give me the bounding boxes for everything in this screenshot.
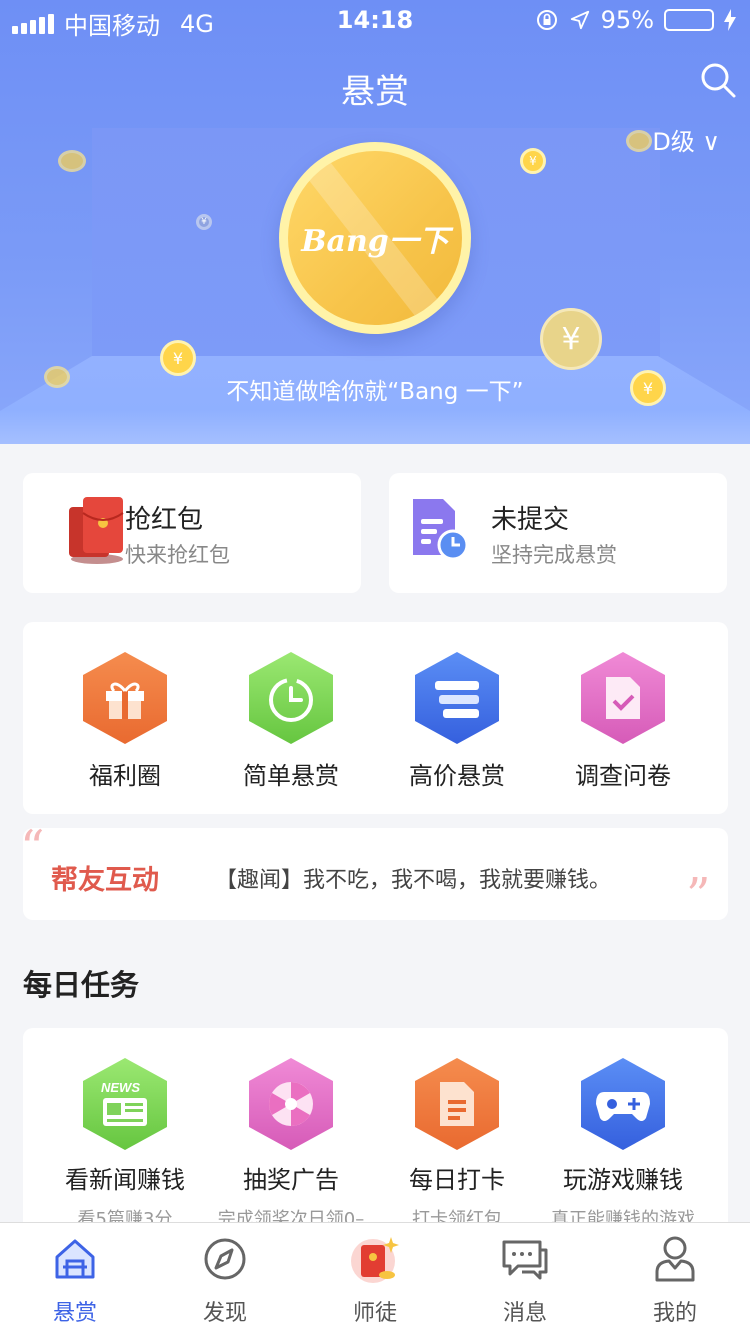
battery-icon bbox=[664, 9, 714, 31]
checkin-icon bbox=[415, 1058, 499, 1150]
card-subtitle: 快来抢红包 bbox=[125, 543, 230, 567]
category-survey[interactable]: 调查问卷 bbox=[535, 652, 711, 791]
category-high-reward[interactable]: 高价悬赏 bbox=[369, 652, 545, 791]
tab-bar: 悬赏 发现 师徒 消息 我的 bbox=[0, 1222, 750, 1334]
bang-coin-button[interactable]: Bang一下 bbox=[279, 142, 471, 334]
category-welfare[interactable]: 福利圈 bbox=[37, 652, 213, 791]
task-label: 每日打卡 bbox=[409, 1166, 505, 1194]
tab-profile[interactable]: 我的 bbox=[600, 1233, 750, 1327]
coin-icon: ¥ bbox=[520, 148, 546, 174]
news-brand: 帮友互动 bbox=[51, 865, 159, 896]
task-play-games[interactable]: 玩游戏赚钱 真正能赚钱的游戏 bbox=[535, 1058, 711, 1228]
category-label: 福利圈 bbox=[89, 762, 161, 790]
tab-label: 发现 bbox=[202, 1301, 247, 1326]
message-icon bbox=[499, 1233, 551, 1285]
home-icon bbox=[49, 1233, 101, 1285]
tab-discover[interactable]: 发现 bbox=[150, 1233, 300, 1327]
card-title: 未提交 bbox=[491, 505, 570, 535]
card-subtitle: 坚持完成悬赏 bbox=[491, 543, 617, 567]
category-label: 简单悬赏 bbox=[243, 762, 339, 790]
battery-percent: 95% bbox=[600, 6, 654, 34]
red-packet-icon bbox=[349, 1233, 401, 1285]
layers-icon bbox=[415, 652, 499, 744]
level-selector[interactable]: D级 ∨ bbox=[652, 122, 720, 157]
category-label: 调查问卷 bbox=[575, 762, 671, 790]
task-daily-checkin[interactable]: 每日打卡 打卡领红包 bbox=[369, 1058, 545, 1228]
card-title: 抢红包 bbox=[125, 505, 204, 535]
gift-icon bbox=[83, 652, 167, 744]
news-text: 【趣闻】我不吃，我不喝，我就要赚钱。 bbox=[215, 868, 612, 893]
red-envelope-icon bbox=[69, 497, 124, 564]
document-clock-icon bbox=[413, 499, 469, 561]
category-label: 高价悬赏 bbox=[409, 762, 505, 790]
grab-red-envelope-card[interactable]: 抢红包 快来抢红包 bbox=[23, 473, 361, 593]
coin-icon: ¥ bbox=[160, 340, 196, 376]
tab-mentor[interactable]: 师徒 bbox=[300, 1233, 450, 1327]
coin-icon bbox=[626, 130, 652, 152]
survey-icon bbox=[581, 652, 665, 744]
profile-icon bbox=[649, 1233, 701, 1285]
compass-icon bbox=[199, 1233, 251, 1285]
tab-label: 悬赏 bbox=[52, 1301, 97, 1326]
category-simple-reward[interactable]: 简单悬赏 bbox=[203, 652, 379, 791]
tab-label: 师徒 bbox=[352, 1301, 397, 1326]
task-label: 抽奖广告 bbox=[243, 1166, 339, 1194]
gamepad-icon bbox=[581, 1058, 665, 1150]
svg-text:NEWS: NEWS bbox=[101, 1080, 140, 1095]
section-title: 每日任务 bbox=[23, 968, 140, 1002]
task-label: 玩游戏赚钱 bbox=[563, 1166, 683, 1194]
search-icon[interactable] bbox=[698, 60, 738, 100]
nav-bar: 悬赏 bbox=[0, 40, 750, 128]
status-bar: 中国移动 4G 14:18 95% bbox=[0, 0, 750, 40]
coin-icon bbox=[58, 150, 86, 172]
clock-icon bbox=[249, 652, 333, 744]
lottery-wheel-icon bbox=[249, 1058, 333, 1150]
coin-icon: ¥ bbox=[540, 308, 602, 370]
unsubmitted-card[interactable]: 未提交 坚持完成悬赏 bbox=[389, 473, 727, 593]
hero-banner: 中国移动 4G 14:18 95% 悬赏 D级 ∨ ¥ ¥ ¥ ¥ ¥ Bang… bbox=[0, 0, 750, 444]
task-label: 看新闻赚钱 bbox=[65, 1166, 185, 1194]
hero-slogan: 不知道做啥你就“Bang 一下” bbox=[226, 379, 524, 405]
tab-messages[interactable]: 消息 bbox=[450, 1233, 600, 1327]
news-ticker[interactable]: 帮友互动 【趣闻】我不吃，我不喝，我就要赚钱。 bbox=[23, 828, 728, 920]
tab-label: 消息 bbox=[502, 1301, 547, 1326]
task-lottery-ad[interactable]: 抽奖广告 完成领奖次日领0– bbox=[203, 1058, 379, 1228]
news-icon: NEWS bbox=[83, 1058, 167, 1150]
location-icon bbox=[570, 10, 589, 30]
tab-label: 我的 bbox=[652, 1301, 697, 1326]
task-read-news[interactable]: NEWS 看新闻赚钱 看5篇赚3分 bbox=[37, 1058, 213, 1228]
page-title: 悬赏 bbox=[341, 72, 409, 112]
category-grid: 福利圈 简单悬赏 高价悬赏 调查问卷 bbox=[23, 622, 728, 814]
charging-icon bbox=[724, 9, 736, 31]
coin-icon: ¥ bbox=[196, 214, 212, 230]
bang-coin-label: Bang一下 bbox=[288, 151, 462, 325]
tab-reward[interactable]: 悬赏 bbox=[0, 1233, 150, 1327]
quote-close-icon: ” bbox=[686, 868, 711, 924]
daily-task-grid: NEWS 看新闻赚钱 看5篇赚3分 抽奖广告 完成领奖次日领0– 每日打卡 打卡… bbox=[23, 1028, 728, 1228]
quote-open-icon: “ bbox=[20, 820, 45, 876]
rotation-lock-icon bbox=[536, 10, 557, 30]
